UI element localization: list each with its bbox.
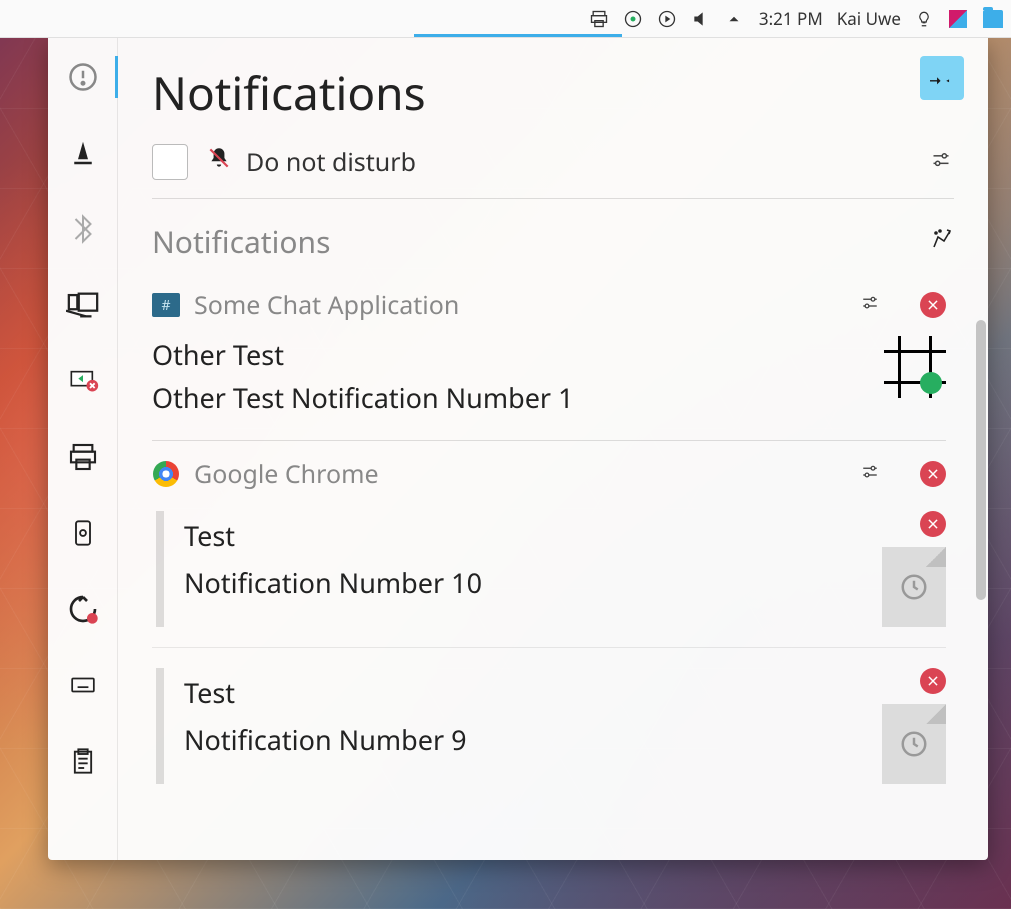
- notification-body: Notification Number 9: [184, 721, 862, 758]
- close-group-button[interactable]: [920, 461, 946, 487]
- group-settings-button[interactable]: [858, 294, 882, 317]
- expand-arrow-icon[interactable]: [725, 9, 745, 29]
- app-header-chrome: Google Chrome: [152, 457, 946, 491]
- sidebar-item-keyboard[interactable]: [62, 664, 104, 706]
- close-notification-button[interactable]: [920, 668, 946, 694]
- notification-title: Test: [184, 517, 862, 554]
- dnd-row: Do not disturb: [152, 144, 954, 199]
- notification-body: Other Test Notification Number 1: [152, 379, 870, 416]
- pin-button[interactable]: [920, 56, 964, 100]
- dnd-checkbox[interactable]: [152, 144, 188, 180]
- notification-settings-button[interactable]: [928, 150, 954, 175]
- clock[interactable]: 3:21 PM: [759, 7, 823, 30]
- status-circle-icon[interactable]: [623, 9, 643, 29]
- clear-all-button[interactable]: [930, 227, 954, 256]
- bell-off-icon: [206, 145, 232, 179]
- active-tray-underline: [414, 34, 622, 37]
- close-notification-button[interactable]: [920, 511, 946, 537]
- tray-main-area: Notifications Do not disturb Notificatio…: [118, 38, 988, 860]
- sidebar-item-updates[interactable]: [62, 588, 104, 630]
- volume-icon[interactable]: [691, 9, 711, 29]
- sidebar-item-display[interactable]: [62, 284, 104, 326]
- app-name: Some Chat Application: [194, 288, 459, 322]
- section-header: Notifications: [152, 221, 954, 272]
- history-receipt-icon: [882, 547, 946, 627]
- notification-title: Test: [184, 674, 862, 711]
- notification-item[interactable]: Test Notification Number 9: [152, 668, 946, 804]
- group-settings-button[interactable]: [858, 463, 882, 486]
- notification-list: # Some Chat Application Other Test Other…: [152, 272, 954, 860]
- dnd-text: Do not disturb: [246, 145, 416, 179]
- dnd-label: Do not disturb: [206, 145, 416, 179]
- chrome-icon: [152, 460, 180, 488]
- presence-online-icon: [920, 372, 942, 394]
- printer-tray-icon[interactable]: [589, 9, 609, 29]
- app-header-chat: # Some Chat Application: [152, 288, 946, 322]
- tray-sidebar: [48, 38, 118, 860]
- sidebar-item-notifications[interactable]: [62, 56, 104, 98]
- downloads-folder-icon[interactable]: [983, 9, 1003, 29]
- notification-body: Notification Number 10: [184, 564, 862, 601]
- sidebar-item-vlc[interactable]: [62, 132, 104, 174]
- sidebar-item-bluetooth[interactable]: [62, 208, 104, 250]
- chat-app-icon: #: [152, 291, 180, 319]
- sidebar-item-phone[interactable]: [62, 512, 104, 554]
- notification-item[interactable]: Test Notification Number 10: [152, 511, 946, 648]
- user-menu[interactable]: Kai Uwe: [837, 7, 901, 30]
- top-panel: 3:21 PM Kai Uwe: [0, 0, 1011, 38]
- notification-title: Other Test: [152, 336, 870, 373]
- app-name: Google Chrome: [194, 457, 379, 491]
- notification-app-thumb: [884, 336, 946, 398]
- lightbulb-icon[interactable]: [915, 9, 935, 29]
- popup-title: Notifications: [152, 62, 954, 124]
- history-receipt-icon: [882, 704, 946, 784]
- scrollbar-thumb[interactable]: [976, 320, 986, 600]
- media-play-icon[interactable]: [657, 9, 677, 29]
- notification-indent-bar: [156, 511, 164, 627]
- sidebar-item-printer[interactable]: [62, 436, 104, 478]
- sidebar-item-clipboard[interactable]: [62, 740, 104, 782]
- notification-item[interactable]: Other Test Other Test Notification Numbe…: [152, 336, 946, 441]
- system-tray-popup: Notifications Do not disturb Notificatio…: [48, 38, 988, 860]
- section-title: Notifications: [152, 221, 330, 262]
- sidebar-item-kdeconnect[interactable]: [62, 360, 104, 402]
- activities-icon[interactable]: [949, 9, 969, 29]
- close-group-button[interactable]: [920, 292, 946, 318]
- notification-indent-bar: [156, 668, 164, 784]
